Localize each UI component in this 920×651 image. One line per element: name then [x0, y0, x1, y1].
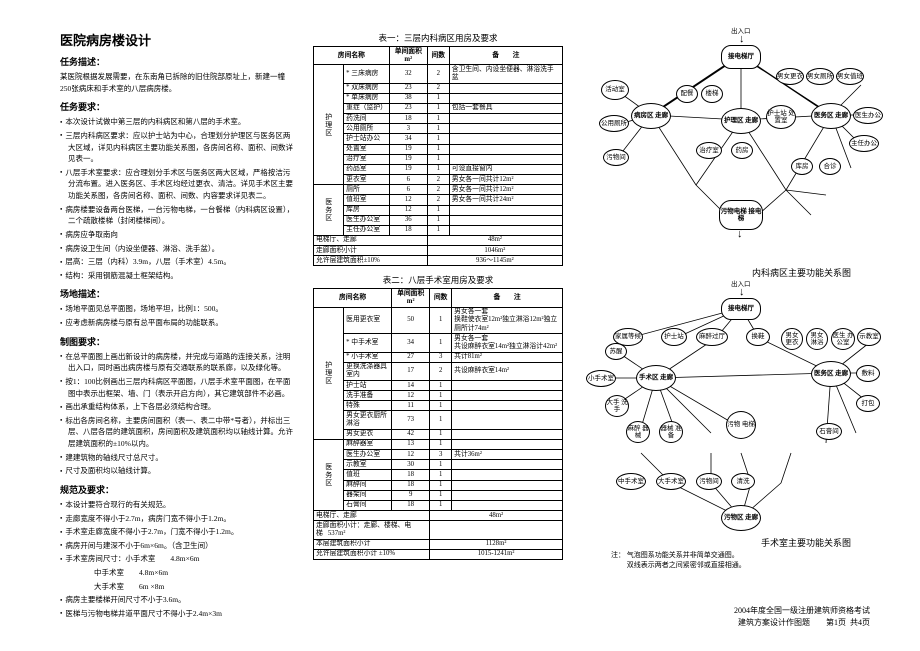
diagrams-column: 出入口 ↓ 接电梯厅 活动室 配餐 楼梯 男女更衣 男女厕所 男女值班 病房区 … — [581, 30, 871, 622]
code-item: 走廊宽度不得小于2.7m，病房门宽不得小于1.2m。 — [60, 513, 295, 525]
diagram-surgery: 出入口 ↓ 接电梯厅 家属等候 护士站 麻醉过厅 换鞋 男女 更衣 男女 淋浴 … — [581, 283, 871, 538]
arrow-down-icon: ↓ — [739, 33, 745, 45]
code-item: 本设计要符合现行的有关规范。 — [60, 499, 295, 511]
task-req-title: 任务要求： — [60, 100, 295, 113]
code-item: 病房主要楼梯开间尺寸不小于3.6m。 — [60, 594, 295, 606]
task-req-item: 病房设卫生间（内设坐便器、淋浴、洗手盆）。 — [60, 243, 295, 255]
arrow-down-icon: ↓ — [737, 228, 743, 240]
draw-item: 标出各房间名称，主要房间面积（表一、表二中带*号者），并标出三层、八层各层的建筑… — [60, 415, 295, 450]
code-item: 手术室房间尺寸：小手术室 4.8m×6m — [60, 553, 295, 565]
task-req-item: 病房应争取南向 — [60, 229, 295, 241]
table2-caption: 表二：八层手术室用房及要求 — [313, 274, 563, 286]
task-req-item: 本次设计试做中第三层的内科病区和第八层的手术室。 — [60, 116, 295, 128]
site-item: 应考虑新病房楼与原有总平面布局的功能联系。 — [60, 317, 295, 329]
main-title: 医院病房楼设计 — [60, 30, 295, 49]
code-item: 手术室走廊宽度不得小于2.7m，门宽不得小于1.2m。 — [60, 526, 295, 538]
site-desc-title: 场地描述： — [60, 287, 295, 300]
table2: 房间名称 单间面积m² 间数 备 注 护理区医用更衣室501男女各一套换鞋使衣室… — [313, 288, 563, 559]
tables-column: 表一：三层内科病区用房及要求 房间名称 单间面积m² 间数 备 注 护理区* 三… — [313, 30, 563, 622]
task-req-item: 八层手术室要求：应合理划分手术区与医务区两大区域，严格按洁污分流布置。进入医务区… — [60, 167, 295, 202]
table1-caption: 表一：三层内科病区用房及要求 — [313, 32, 563, 44]
diagram-notes: 注： 气泡图系功能关系并非简单交通图。 注： 双线表示两者之间紧密邻或直接相通。 — [581, 551, 871, 571]
task-req-item: 层高：三层（内科）3.9m，八层（手术室）4.5m。 — [60, 256, 295, 268]
code-item: 中手术室 4.8m×6m — [60, 567, 295, 579]
draw-item: 画出承重结构体系，上下各层必须结构合理。 — [60, 401, 295, 413]
task-req-item: 病房楼要设备两台医梯，一台污物电梯，一台餐梯（内科病区设置），二个疏散楼梯（封闭… — [60, 204, 295, 227]
draw-item: 建建筑物的轴线尺寸总尺寸。 — [60, 452, 295, 464]
task-desc-body: 某医院根据发展需要，在东南角已拆除的旧住院部原址上，新建一幢250张病床和手术室… — [60, 71, 295, 94]
table1: 房间名称 单间面积m² 间数 备 注 护理区* 三床病房322含卫生间、内设坐便… — [313, 46, 563, 266]
drawing-req-title: 制图要求： — [60, 335, 295, 348]
task-req-item: 结构：采用钢筋混凝土框架结构。 — [60, 270, 295, 282]
code-item: 大手术室 6m ×8m — [60, 581, 295, 593]
code-req-title: 规范及要求： — [60, 483, 295, 496]
page-footer: 2004年度全国一级注册建筑师资格考试 建筑方案设计作图题 第1页 共4页 — [734, 605, 870, 629]
task-desc-title: 任务描述： — [60, 55, 295, 68]
draw-item: 在总平面图上画出新设计的病房楼，并完成与道路的连接关系，注明出入口，同时画出病房… — [60, 351, 295, 374]
left-text-column: 医院病房楼设计 任务描述： 某医院根据发展需要，在东南角已拆除的旧住院部原址上，… — [60, 30, 295, 622]
code-item: 医梯与污物电梯井道平面尺寸不得小于2.4m×3m — [60, 608, 295, 620]
site-item: 场地平面见总平面图，场地平坦，比例1：500。 — [60, 303, 295, 315]
draw-item: 按1：100比例画出三层内科病区平面图，八层手术室平面图，在平面图中表示出框架、… — [60, 376, 295, 399]
diagram-internal-medicine: 出入口 ↓ 接电梯厅 活动室 配餐 楼梯 男女更衣 男女厕所 男女值班 病房区 … — [581, 30, 871, 268]
code-item: 病房开间与建深不小于6m×6m。（含卫生间） — [60, 540, 295, 552]
arrow-down-icon: ↓ — [739, 286, 745, 298]
task-req-item: 三层内科病区要求：应以护士站为中心，合理划分护理区与医务区两大区域，详见内科病区… — [60, 130, 295, 165]
draw-item: 尺寸及面积均以轴线计算。 — [60, 465, 295, 477]
